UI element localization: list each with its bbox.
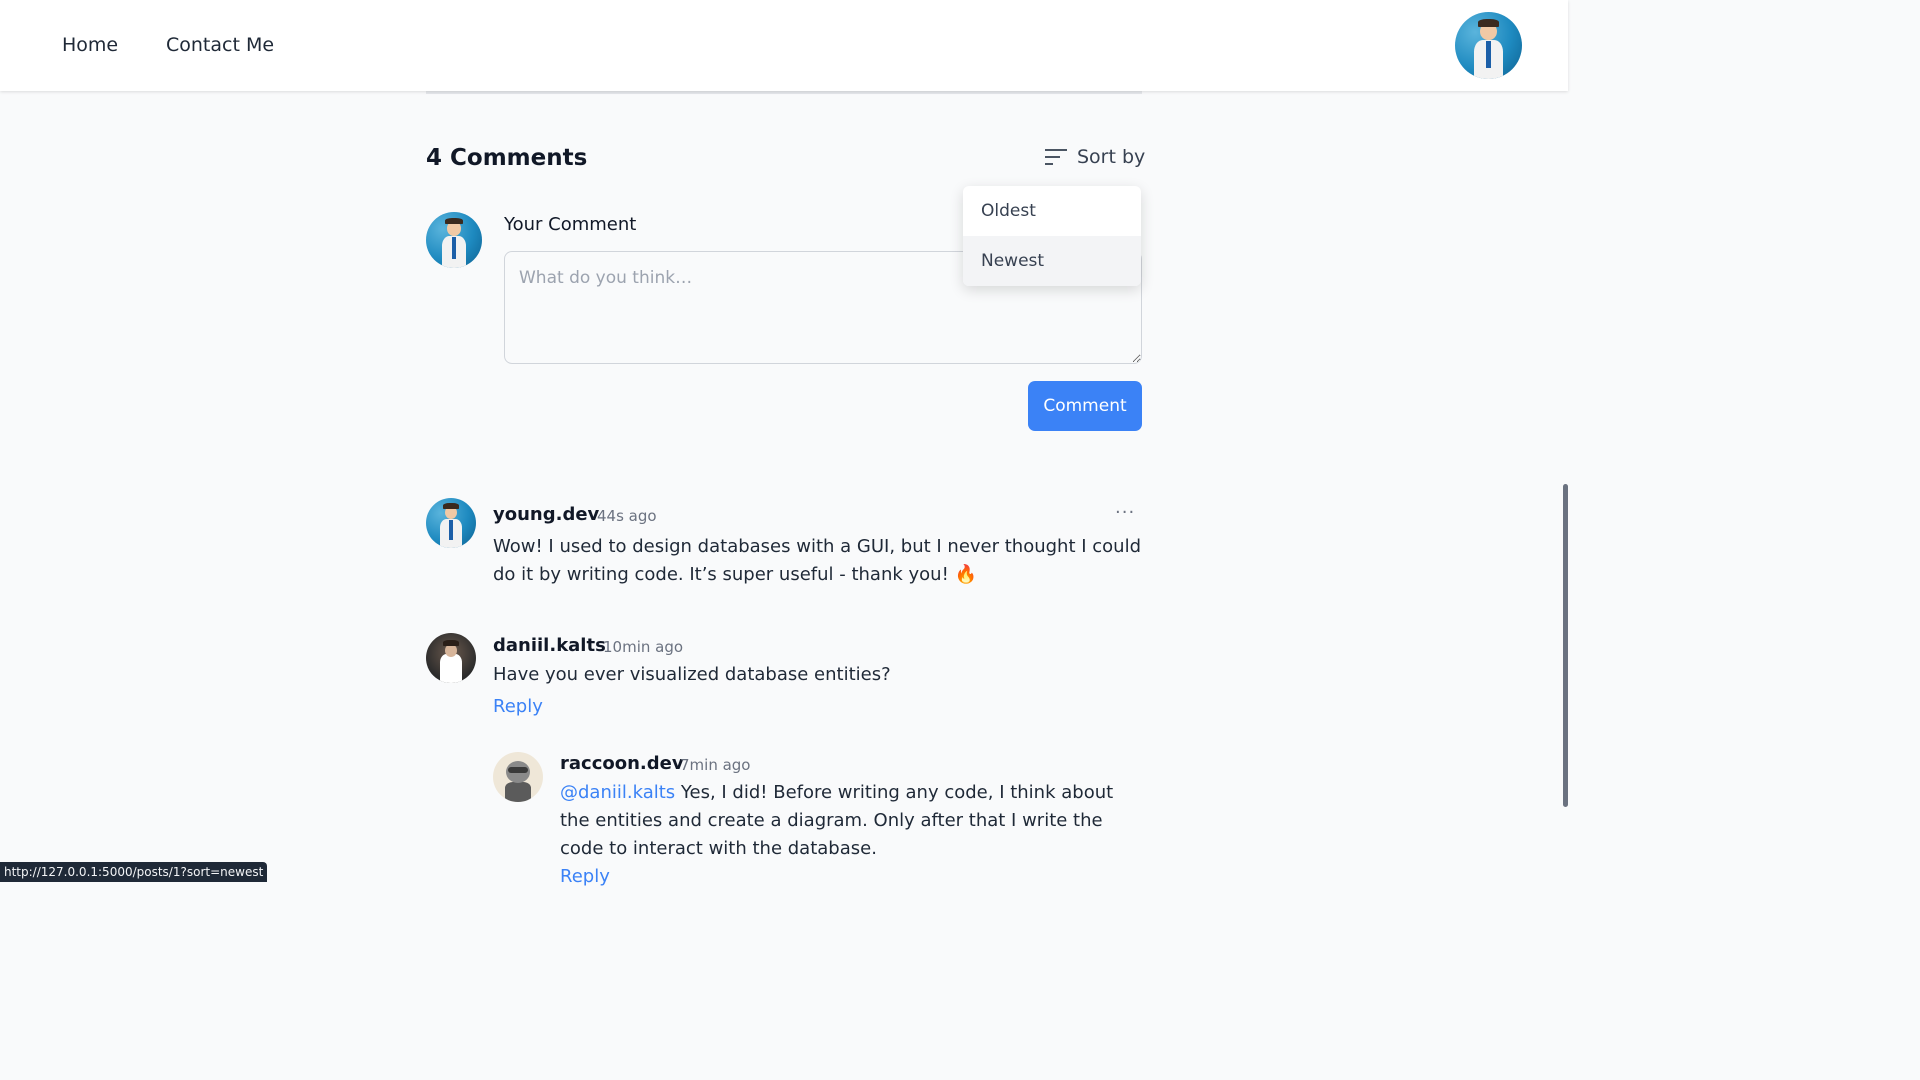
navbar: Home Contact Me xyxy=(0,0,1568,91)
comment-avatar xyxy=(493,752,543,802)
more-horizontal-icon[interactable]: ··· xyxy=(1115,502,1135,523)
status-bar-url: http://127.0.0.1:5000/posts/1?sort=newes… xyxy=(0,862,268,882)
comment-submit-button[interactable]: Comment xyxy=(1028,381,1142,431)
sort-option-oldest[interactable]: Oldest xyxy=(963,186,1141,236)
comment-text: Wow! I used to design databases with a G… xyxy=(493,536,1142,585)
sort-lines-icon xyxy=(1045,148,1067,166)
mention-link[interactable]: @daniil.kalts xyxy=(560,782,675,803)
nav-contact-link[interactable]: Contact Me xyxy=(166,34,274,56)
comment-time: 10min ago xyxy=(603,638,684,656)
comment-avatar xyxy=(426,633,476,683)
comment-avatar xyxy=(426,498,476,548)
sort-option-newest[interactable]: Newest xyxy=(963,236,1141,286)
comment-text: @daniil.kalts Yes, I did! Before writing… xyxy=(560,779,1142,863)
user-avatar[interactable] xyxy=(1455,12,1522,79)
divider xyxy=(426,91,1142,94)
comments-count-heading: 4 Comments xyxy=(426,145,588,171)
compose-avatar xyxy=(426,212,482,268)
comment-time: 7min ago xyxy=(680,756,751,774)
sort-by-button[interactable]: Sort by xyxy=(1045,146,1145,168)
comment-author[interactable]: raccoon.dev xyxy=(560,753,684,774)
sort-by-label: Sort by xyxy=(1077,146,1146,168)
comment-author[interactable]: daniil.kalts xyxy=(493,635,606,656)
comment-time: 44s ago xyxy=(597,507,657,525)
comment-text: Have you ever visualized database entiti… xyxy=(493,664,891,685)
reply-link[interactable]: Reply xyxy=(560,866,610,887)
sort-dropdown-menu: Oldest Newest xyxy=(963,186,1141,286)
nav-home-link[interactable]: Home xyxy=(62,34,118,56)
reply-link[interactable]: Reply xyxy=(493,696,543,717)
scrollbar-thumb[interactable] xyxy=(1563,484,1568,807)
your-comment-label: Your Comment xyxy=(504,214,637,235)
comment-author[interactable]: young.dev xyxy=(493,504,599,525)
